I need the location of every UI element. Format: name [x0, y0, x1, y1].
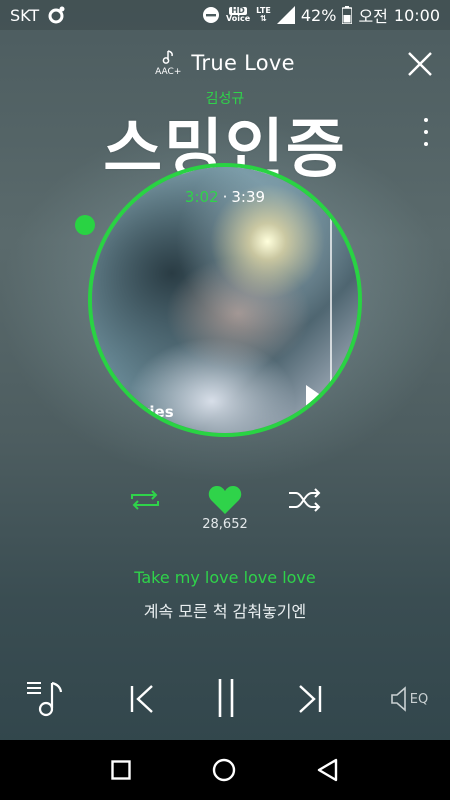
- previous-icon: [130, 685, 153, 713]
- pause-icon: [218, 679, 234, 717]
- time-separator: ·: [222, 188, 228, 206]
- close-icon: [408, 52, 432, 76]
- carrier-label: SKT: [10, 5, 40, 25]
- shuffle-button[interactable]: [286, 486, 324, 514]
- clock: 10:00: [393, 5, 440, 25]
- album-cover-line: [330, 185, 332, 425]
- battery-icon: [342, 6, 353, 24]
- previous-button[interactable]: [127, 682, 157, 716]
- recent-apps-icon: [111, 760, 131, 780]
- codec-label: AAC+: [155, 67, 182, 77]
- battery-percent: 42%: [300, 5, 337, 25]
- codec-badge: AAC+: [155, 49, 181, 77]
- pause-button[interactable]: [210, 676, 242, 720]
- total-time: 3:39: [231, 188, 266, 206]
- more-icon: [424, 118, 428, 122]
- next-button[interactable]: [295, 682, 325, 716]
- repeat-button[interactable]: [127, 486, 163, 514]
- melon-notification-icon: [47, 5, 67, 25]
- ampm-label: 오전: [358, 7, 388, 26]
- next-icon: [299, 685, 322, 713]
- playback-time: 3:02 · 3:39: [0, 188, 450, 206]
- lte-icon: LTE ⇅: [256, 6, 271, 23]
- android-nav-bar: [0, 740, 450, 800]
- player-screen: SKT HD Voice LTE ⇅ 42% 오전 10:00 AAC+ Tru…: [0, 0, 450, 800]
- lyric-next-line[interactable]: 계속 모른 척 감춰놓기엔: [0, 598, 450, 622]
- song-title: True Love: [191, 51, 295, 75]
- eq-button[interactable]: EQ: [388, 682, 430, 716]
- back-button[interactable]: [315, 757, 341, 783]
- shuffle-icon: [289, 488, 321, 512]
- signal-icon: [276, 6, 295, 24]
- album-play-icon: [306, 385, 322, 407]
- current-time: 3:02: [184, 188, 219, 206]
- eq-label: EQ: [409, 691, 429, 707]
- likes-count: 28,652: [202, 517, 248, 532]
- music-note-icon: [160, 49, 176, 68]
- playlist-icon: [27, 681, 63, 717]
- status-bar: SKT HD Voice LTE ⇅ 42% 오전 10:00: [0, 0, 450, 30]
- repeat-icon: [131, 490, 159, 510]
- dnd-icon: [202, 6, 220, 24]
- home-button[interactable]: [211, 757, 237, 783]
- more-options-button[interactable]: [422, 118, 430, 146]
- seek-handle[interactable]: [75, 215, 95, 235]
- heart-icon: [208, 486, 242, 514]
- back-icon: [317, 758, 338, 782]
- recent-apps-button[interactable]: [109, 758, 133, 782]
- playlist-button[interactable]: [24, 678, 66, 718]
- player-header: AAC+ True Love: [0, 40, 450, 86]
- like-button[interactable]: [207, 484, 243, 516]
- lyric-current-line[interactable]: Take my love love love: [0, 568, 450, 587]
- eq-speaker-icon: [390, 686, 406, 712]
- close-button[interactable]: [406, 50, 434, 78]
- home-icon: [212, 758, 236, 782]
- hd-voice-icon: HD Voice: [226, 6, 251, 23]
- album-cover-text: ries: [142, 403, 174, 421]
